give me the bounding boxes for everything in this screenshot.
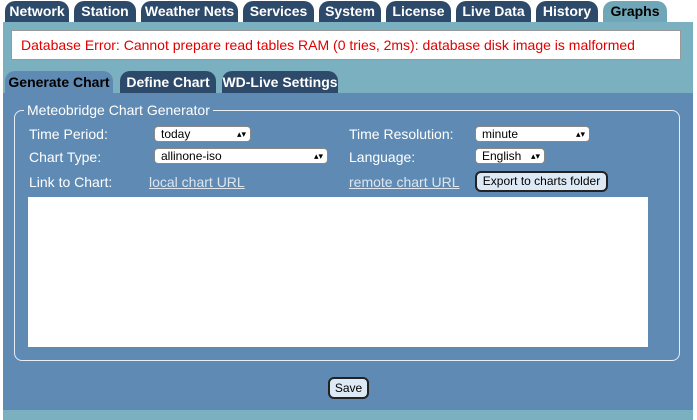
select-arrows-icon: ▴▾: [575, 129, 585, 139]
select-arrows-icon: ▴▾: [236, 129, 246, 139]
language-label: Language:: [349, 149, 416, 165]
tab-weather-nets[interactable]: Weather Nets: [141, 1, 238, 22]
top-nav-tabs: Network Station Weather Nets Services Sy…: [0, 0, 697, 22]
time-resolution-value: minute: [482, 127, 519, 141]
select-arrows-icon: ▴▾: [530, 151, 540, 161]
select-arrows-icon: ▴▾: [313, 151, 323, 161]
link-to-chart-label: Link to Chart:: [29, 174, 113, 190]
chart-display-area: [28, 197, 648, 347]
chart-type-value: allinone-iso: [161, 149, 222, 163]
tab-license[interactable]: License: [386, 1, 451, 22]
export-to-charts-folder-button[interactable]: Export to charts folder: [475, 171, 608, 192]
time-period-value: today: [161, 127, 191, 141]
language-select[interactable]: English ▴▾: [475, 148, 545, 164]
tab-define-chart[interactable]: Define Chart: [120, 71, 216, 93]
error-message: Database Error: Cannot prepare read tabl…: [11, 30, 681, 60]
tab-system[interactable]: System: [319, 1, 381, 22]
tab-graphs[interactable]: Graphs: [603, 1, 667, 22]
chart-type-select[interactable]: allinone-iso ▴▾: [154, 148, 328, 164]
tab-history[interactable]: History: [536, 1, 598, 22]
tab-services[interactable]: Services: [243, 1, 314, 22]
language-value: English: [482, 149, 522, 163]
remote-chart-url-link[interactable]: remote chart URL: [349, 173, 459, 191]
time-period-label: Time Period:: [29, 126, 108, 142]
chart-generator-legend: Meteobridge Chart Generator: [24, 102, 213, 118]
time-resolution-select[interactable]: minute ▴▾: [475, 126, 590, 142]
tab-wd-live-settings[interactable]: WD-Live Settings: [222, 71, 338, 93]
save-button[interactable]: Save: [328, 377, 369, 399]
local-chart-url-link[interactable]: local chart URL: [149, 173, 245, 191]
tab-generate-chart[interactable]: Generate Chart: [5, 71, 113, 93]
tab-station[interactable]: Station: [74, 1, 136, 22]
tab-live-data[interactable]: Live Data: [456, 1, 531, 22]
time-resolution-label: Time Resolution:: [349, 126, 454, 142]
time-period-select[interactable]: today ▴▾: [154, 126, 251, 142]
chart-type-label: Chart Type:: [29, 149, 102, 165]
tab-network[interactable]: Network: [5, 1, 69, 22]
